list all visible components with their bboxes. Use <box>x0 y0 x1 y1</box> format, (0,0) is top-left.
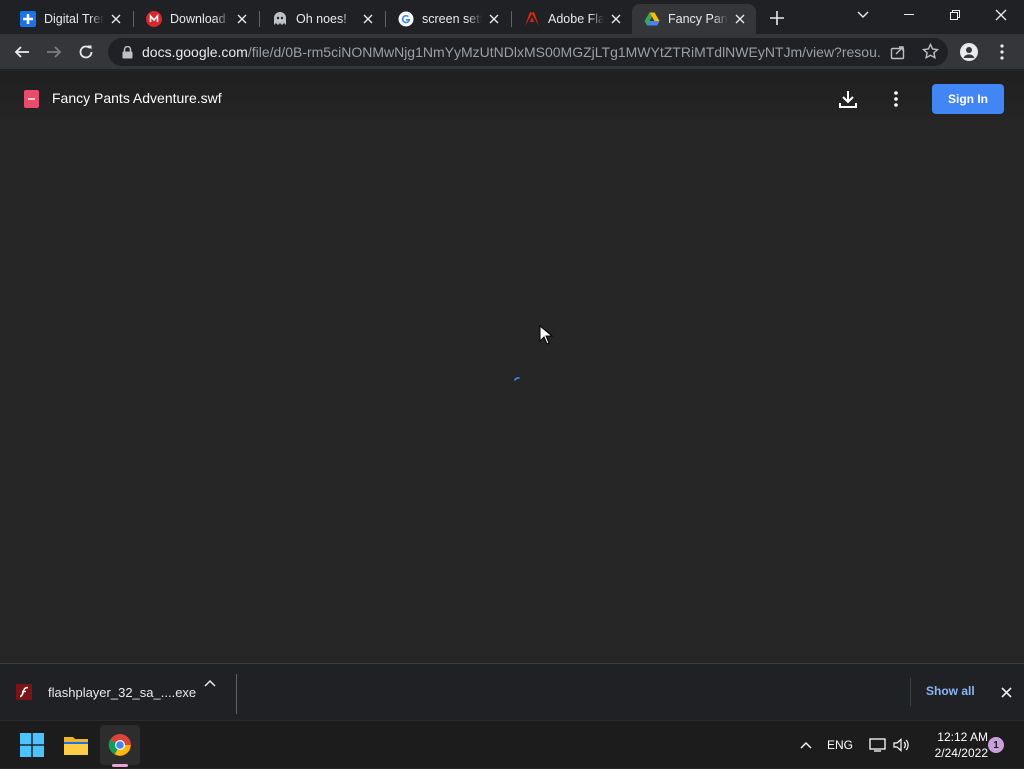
tab-mega-download[interactable]: Download <box>134 4 258 34</box>
url-text[interactable]: docs.google.com/file/d/0B-rm5ciNONMwNjg1… <box>142 44 882 60</box>
clock-date: 2/24/2022 <box>934 746 988 760</box>
file-preview-area <box>0 127 1024 663</box>
more-vert-icon <box>1000 44 1004 60</box>
url-path: /file/d/0B-rm5ciNONMwNjg1NmYyMzUtNDlxMS0… <box>247 44 882 60</box>
arrow-left-icon <box>14 46 29 58</box>
volume-icon[interactable] <box>890 721 912 769</box>
start-button[interactable] <box>12 725 52 765</box>
system-clock[interactable]: 12:12 AM 2/24/2022 <box>918 729 988 761</box>
close-tab-icon[interactable] <box>360 11 376 27</box>
mouse-cursor-icon <box>539 325 553 345</box>
close-tab-icon[interactable] <box>486 11 502 27</box>
close-icon <box>995 9 1007 21</box>
folder-icon <box>64 737 88 755</box>
back-button[interactable] <box>8 38 36 66</box>
file-explorer-button[interactable] <box>56 725 96 765</box>
close-shelf-button[interactable] <box>996 682 1016 702</box>
close-window-button[interactable] <box>978 0 1024 30</box>
address-bar[interactable]: docs.google.com/file/d/0B-rm5ciNONMwNjg1… <box>108 38 948 66</box>
windows-logo-icon <box>20 733 44 757</box>
download-icon <box>839 91 857 108</box>
language-indicator[interactable]: ENG <box>824 721 856 769</box>
download-file-name: flashplayer_32_sa_....exe <box>48 684 197 700</box>
url-host: docs.google.com <box>142 44 248 60</box>
drive-viewer-header: Fancy Pants Adventure.swf Sign In <box>0 71 1024 127</box>
loading-spinner-icon <box>514 377 520 381</box>
close-tab-icon[interactable] <box>732 11 748 27</box>
tab-title: Oh noes! <box>296 12 347 26</box>
clock-time: 12:12 AM <box>937 730 988 744</box>
minimize-button[interactable] <box>886 0 932 30</box>
more-vert-icon <box>894 91 898 107</box>
chevron-down-icon <box>857 11 869 18</box>
close-icon <box>1000 686 1012 698</box>
windows-taskbar: ENG 12:12 AM 2/24/2022 1 <box>0 720 1024 768</box>
reload-icon <box>79 45 93 59</box>
ghost-favicon-icon <box>272 11 288 27</box>
tab-digital-trends[interactable]: Digital Tren <box>8 4 132 34</box>
flash-player-icon <box>16 684 32 700</box>
lock-icon[interactable] <box>120 45 134 59</box>
download-shelf: flashplayer_32_sa_....exe Show all <box>0 663 1024 720</box>
show-all-link[interactable]: Show all <box>926 684 975 698</box>
forward-button[interactable] <box>40 38 68 66</box>
chevron-up-icon <box>204 679 216 687</box>
chrome-menu-button[interactable] <box>988 38 1016 66</box>
close-tab-icon[interactable] <box>608 11 624 27</box>
tab-title: Digital Tren <box>44 12 104 26</box>
star-icon[interactable] <box>921 42 940 65</box>
adobe-favicon-icon <box>524 11 540 27</box>
tab-adobe-flash[interactable]: Adobe Flas <box>512 4 632 34</box>
tab-title: Fancy Pants <box>668 12 728 26</box>
show-hidden-icons-button[interactable] <box>796 721 816 769</box>
network-icon[interactable] <box>866 721 888 769</box>
tab-title: screen sett <box>422 12 482 26</box>
minimize-icon <box>904 14 914 15</box>
tab-google-search[interactable]: screen sett <box>386 4 510 34</box>
close-tab-icon[interactable] <box>108 11 124 27</box>
tab-title: Adobe Flas <box>548 12 604 26</box>
digital-trends-favicon-icon <box>20 11 36 27</box>
tab-fancy-pants[interactable]: Fancy Pants <box>632 4 756 34</box>
chrome-taskbar-button[interactable] <box>100 725 140 765</box>
divider <box>910 678 911 706</box>
google-favicon-icon <box>398 11 414 27</box>
google-drive-favicon-icon <box>644 11 660 27</box>
close-tab-icon[interactable] <box>234 11 250 27</box>
chevron-up-icon <box>800 742 812 749</box>
sign-in-button[interactable]: Sign In <box>932 84 1004 114</box>
reload-button[interactable] <box>72 38 100 66</box>
browser-toolbar: docs.google.com/file/d/0B-rm5ciNONMwNjg1… <box>0 34 1024 70</box>
chrome-icon <box>108 734 131 756</box>
person-icon <box>960 43 978 61</box>
download-button[interactable] <box>836 87 860 111</box>
restore-button[interactable] <box>932 0 978 30</box>
tab-strip: Digital Tren Download Oh noes! screen se… <box>0 0 1024 34</box>
download-options-button[interactable] <box>203 676 217 690</box>
tab-search-button[interactable] <box>840 0 886 30</box>
arrow-right-icon <box>47 46 62 58</box>
more-actions-button[interactable] <box>884 87 908 111</box>
mega-favicon-icon <box>146 11 162 27</box>
share-icon[interactable] <box>890 44 906 65</box>
new-tab-button[interactable] <box>765 6 789 30</box>
tab-oh-noes[interactable]: Oh noes! <box>260 4 384 34</box>
active-app-indicator <box>112 764 128 767</box>
divider <box>236 674 237 714</box>
file-icon <box>24 90 39 108</box>
plus-icon <box>770 11 784 25</box>
restore-icon <box>950 10 960 20</box>
notification-badge[interactable]: 1 <box>988 737 1004 753</box>
profile-button[interactable] <box>955 38 983 66</box>
file-name: Fancy Pants Adventure.swf <box>52 90 222 106</box>
tab-title: Download <box>170 12 226 26</box>
